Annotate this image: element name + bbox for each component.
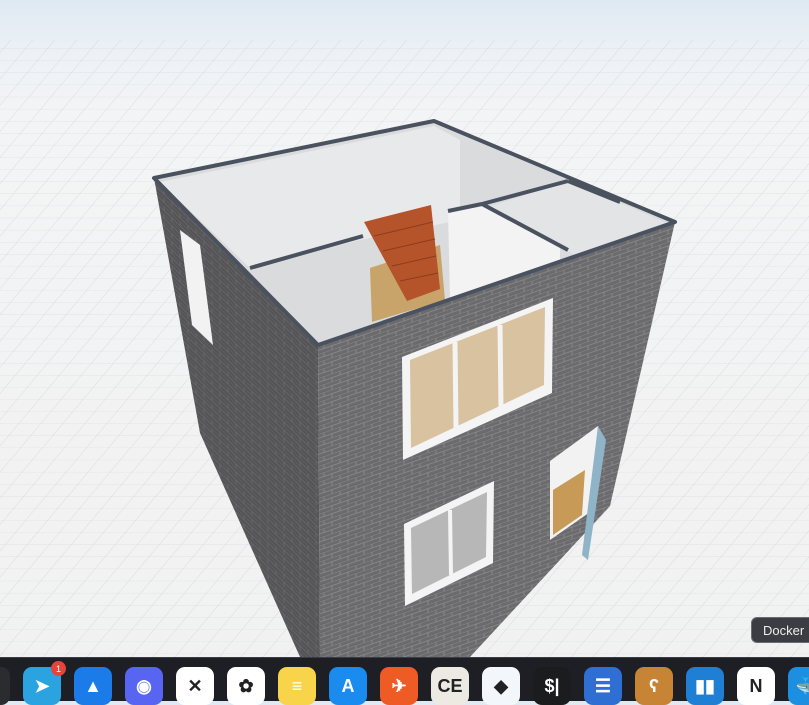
dock-dbeaver-icon[interactable]: CE: [431, 667, 469, 705]
dock-discord-icon[interactable]: ◉: [125, 667, 163, 705]
dock-capcut-icon[interactable]: ✕: [176, 667, 214, 705]
dock-app-store-icon[interactable]: A: [329, 667, 367, 705]
dock-tunnelbear-icon[interactable]: ʕ: [635, 667, 673, 705]
dock-terminal-icon[interactable]: $|: [533, 667, 571, 705]
macos-dock: ➤ 1 ▲ ◉ ✕ ✿ ≡ A ✈ CE ◆ $| ☰ ʕ ▮▮ N 🐳: [0, 657, 809, 705]
dock-blue-window-app-icon[interactable]: ☰: [584, 667, 622, 705]
dock-postgres-elephant-icon[interactable]: ◆: [482, 667, 520, 705]
dock-notes-icon[interactable]: ≡: [278, 667, 316, 705]
notification-badge: 1: [51, 661, 66, 676]
dock-trello-icon[interactable]: ▮▮: [686, 667, 724, 705]
dock-spark-icon[interactable]: ▲: [74, 667, 112, 705]
dock-postman-icon[interactable]: ✈: [380, 667, 418, 705]
dock-photos-icon[interactable]: ✿: [227, 667, 265, 705]
dock-docker-icon[interactable]: 🐳: [788, 667, 809, 705]
dock-notion-icon[interactable]: N: [737, 667, 775, 705]
dock-partial-app-icon[interactable]: [0, 667, 10, 705]
3d-house-view[interactable]: [0, 0, 809, 657]
dock-tooltip: Docker: [751, 617, 809, 643]
